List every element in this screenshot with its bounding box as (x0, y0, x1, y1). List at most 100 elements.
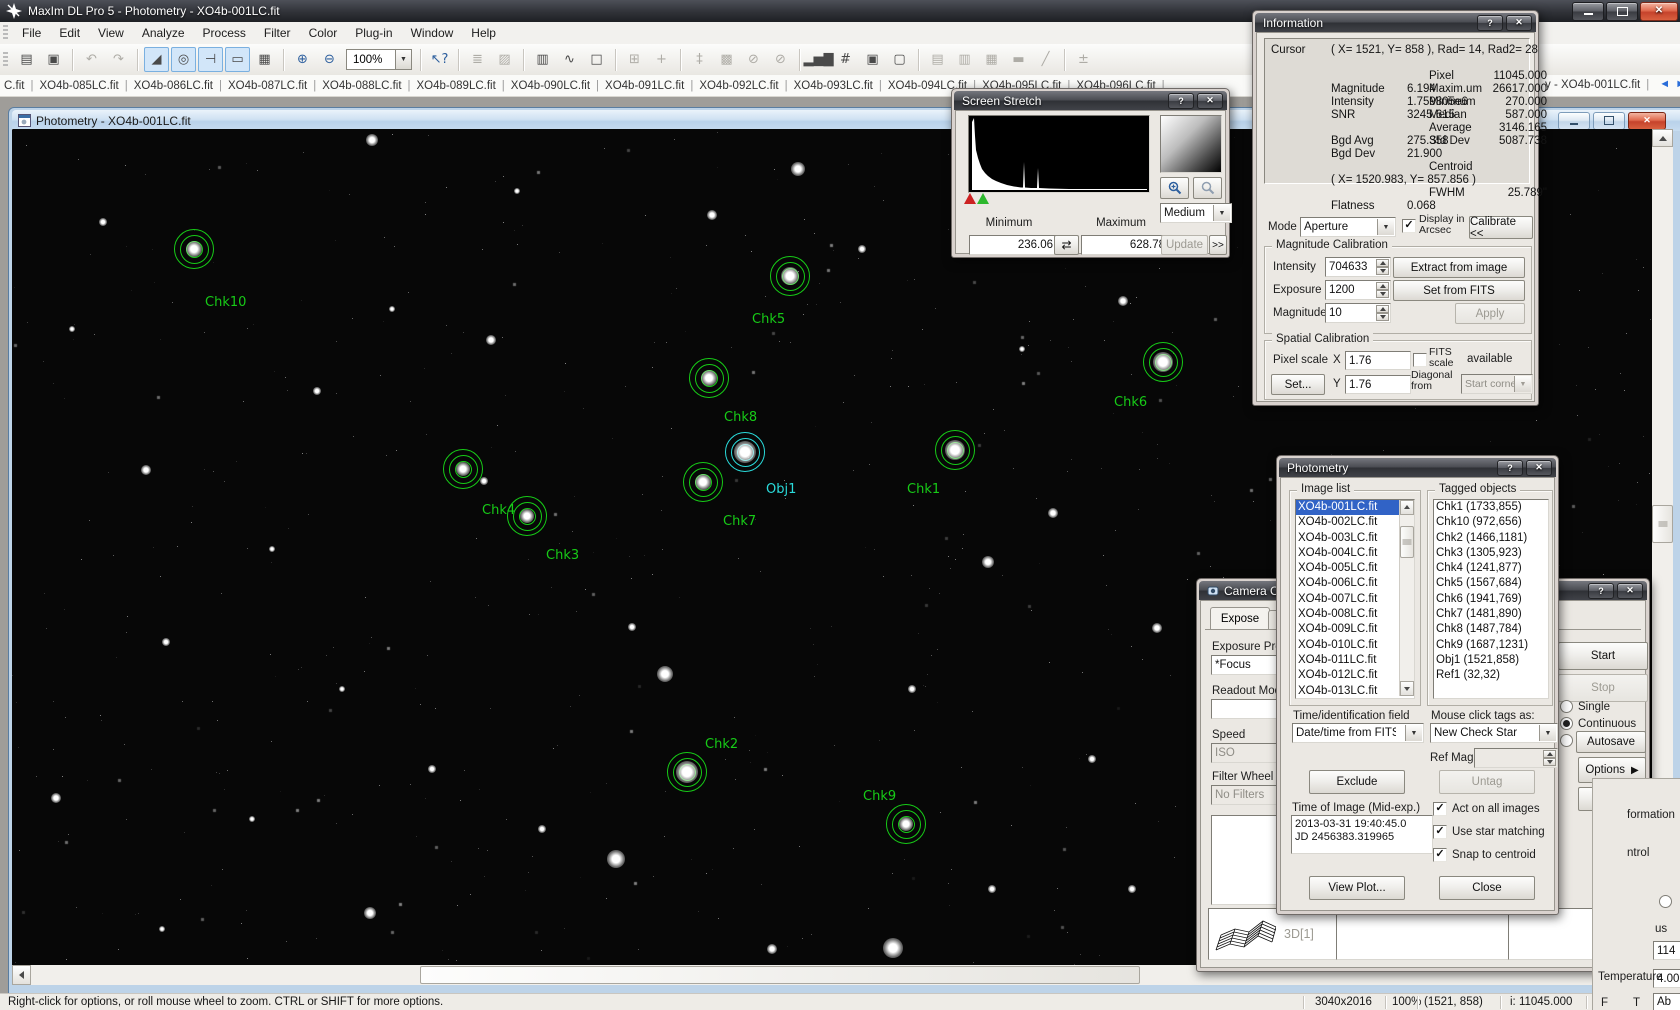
magnitude-spinner[interactable] (1376, 305, 1389, 321)
apply-button[interactable]: Apply (1455, 303, 1525, 324)
mouse-click-tags-select[interactable]: New Check Star (1430, 723, 1558, 743)
zoom-level-select[interactable]: 100%▼ (346, 49, 412, 70)
image-list-item[interactable]: XO4b-006LC.fit (1296, 576, 1414, 591)
dropdown-arrow-icon[interactable] (1514, 376, 1531, 392)
set-button[interactable]: Set... (1271, 374, 1325, 395)
document-tab[interactable]: XO4b-090LC.fit (511, 80, 590, 92)
image-list-item[interactable]: XO4b-005LC.fit (1296, 561, 1414, 576)
list-scroll-down-icon[interactable] (1400, 681, 1414, 696)
screen-stretch-toggle-icon[interactable]: ◢ (144, 47, 169, 72)
image-list-item[interactable]: XO4b-010LC.fit (1296, 638, 1414, 653)
save-icon[interactable]: ▣ (41, 47, 66, 72)
information-help-button[interactable]: ? (1477, 15, 1503, 31)
dropdown-arrow-icon[interactable]: ▼ (395, 50, 411, 69)
tagged-object-item[interactable]: Chk4 (1241,877) (1434, 561, 1548, 576)
equalize-icon[interactable]: ▨ (492, 47, 517, 72)
pixel-scale-x-field[interactable]: 1.76 (1345, 351, 1411, 370)
tagged-object-item[interactable]: Chk1 (1733,855) (1434, 500, 1548, 515)
app-maximize-button[interactable] (1606, 2, 1638, 21)
document-tab[interactable]: XO4b-088LC.fit (322, 80, 401, 92)
screen-stretch-close-button[interactable]: ✕ (1197, 93, 1223, 109)
image-list-item[interactable]: XO4b-009LC.fit (1296, 622, 1414, 637)
camera-control-close-button[interactable]: ✕ (1617, 583, 1643, 599)
single-radio[interactable] (1560, 700, 1573, 713)
curves-icon[interactable]: ╱ (1033, 47, 1058, 72)
stack-icon[interactable]: ▣ (860, 47, 885, 72)
mode-select[interactable]: Aperture (1300, 217, 1396, 237)
menu-item[interactable]: Help (462, 24, 505, 42)
document-tab[interactable]: XO4b-087LC.fit (228, 80, 307, 92)
zoom-in-icon[interactable]: ⊕ (290, 47, 315, 72)
pixel-math-icon[interactable]: ± (1071, 47, 1096, 72)
horizontal-scroll-thumb[interactable] (420, 966, 1140, 984)
information-title-bar[interactable]: Information ? ✕ (1255, 13, 1536, 32)
histogram[interactable] (968, 115, 1150, 193)
line-profile-icon[interactable]: ∿ (557, 47, 582, 72)
document-tab[interactable]: XO4b-092LC.fit (699, 80, 778, 92)
close-button[interactable]: Close (1439, 876, 1535, 900)
option-checkbox[interactable] (1433, 848, 1447, 862)
tagged-object-item[interactable]: Chk2 (1466,1181) (1434, 531, 1548, 546)
tagged-object-item[interactable]: Chk6 (1941,769) (1434, 592, 1548, 607)
exclude-button[interactable]: Exclude (1309, 770, 1405, 794)
tab-scroll-right-icon[interactable]: ► (1674, 78, 1680, 91)
stop-button[interactable]: Stop (1558, 674, 1648, 702)
set-from-fits-button[interactable]: Set from FITS (1393, 280, 1525, 301)
toolbar-grip[interactable] (3, 52, 8, 68)
menu-grip[interactable] (3, 25, 8, 41)
menu-item[interactable]: Filter (255, 24, 300, 42)
zoom-in-histogram-button[interactable] (1160, 177, 1189, 199)
ref-mag-field[interactable] (1474, 748, 1558, 768)
document-tab[interactable]: XO4b-085LC.fit (39, 80, 118, 92)
screen-stretch-title-bar[interactable]: Screen Stretch ? ✕ (954, 91, 1227, 110)
setpoint-field[interactable]: 114 (1653, 941, 1680, 960)
camera-control-help-button[interactable]: ? (1588, 583, 1614, 599)
image-list-item[interactable]: XO4b-001LC.fit (1296, 500, 1414, 515)
dropdown-arrow-icon[interactable] (1213, 205, 1230, 221)
plug-toggle-icon[interactable]: ⊣ (198, 47, 223, 72)
tagged-object-item[interactable]: Obj1 (1521,858) (1434, 653, 1548, 668)
mouse-toggle-icon[interactable]: ▭ (225, 47, 250, 72)
align-icon[interactable]: # (833, 47, 858, 72)
document-tab[interactable]: XO4b-089LC.fit (417, 80, 496, 92)
ref-mag-spinner[interactable] (1543, 750, 1556, 766)
view-plot-button[interactable]: View Plot... (1309, 876, 1405, 900)
image-list-scrollbar[interactable] (1399, 500, 1414, 696)
tagged-object-item[interactable]: Chk8 (1487,784) (1434, 622, 1548, 637)
image-minimize-button[interactable] (1558, 112, 1590, 130)
minimum-slider-icon[interactable] (964, 193, 976, 204)
information-window-icon[interactable]: ▥ (530, 47, 555, 72)
marquee-icon[interactable]: ▢ (887, 47, 912, 72)
stretch-mode-select[interactable]: Medium (1160, 203, 1232, 223)
exposure-field[interactable]: 1200 (1325, 280, 1391, 300)
dropdown-arrow-icon[interactable] (1377, 219, 1394, 235)
redo-icon[interactable]: ↷ (106, 47, 131, 72)
fragment-radio[interactable] (1659, 895, 1672, 908)
fits-scale-checkbox[interactable] (1413, 353, 1427, 367)
flatten-icon[interactable]: ▬ (1006, 47, 1031, 72)
menu-item[interactable]: Process (194, 24, 255, 42)
zoom-out-icon[interactable]: ⊖ (317, 47, 342, 72)
tab-scroll-left-icon[interactable]: ◄ (1658, 78, 1671, 91)
photometry-help-button[interactable]: ? (1497, 460, 1523, 476)
screen-stretch-help-button[interactable]: ? (1168, 93, 1194, 109)
context-help-icon[interactable]: ↖? (427, 47, 452, 72)
disable-filter-icon[interactable]: ⊘ (768, 47, 793, 72)
display-in-arcsec-checkbox[interactable] (1402, 219, 1416, 233)
image-list-item[interactable]: XO4b-007LC.fit (1296, 592, 1414, 607)
menu-item[interactable]: View (89, 24, 133, 42)
calibrate-button[interactable]: Calibrate << (1469, 216, 1533, 239)
image-list-item[interactable]: XO4b-012LC.fit (1296, 668, 1414, 683)
kernel-low-icon[interactable]: ▤ (925, 47, 950, 72)
pixel-scale-y-field[interactable]: 1.76 (1345, 375, 1411, 394)
measure-icon[interactable]: ≣ (465, 47, 490, 72)
list-scroll-thumb[interactable] (1400, 526, 1414, 558)
tagged-object-item[interactable]: Chk9 (1687,1231) (1434, 638, 1548, 653)
option-checkbox[interactable] (1433, 802, 1447, 816)
intensity-spinner[interactable] (1376, 259, 1389, 275)
active-document-tab-fragment[interactable]: y - XO4b-001LC.fit (1545, 79, 1640, 91)
open-file-icon[interactable]: ▤ (14, 47, 39, 72)
photometry-title-bar[interactable]: Photometry ? ✕ (1279, 458, 1556, 477)
undo-icon[interactable]: ↶ (79, 47, 104, 72)
update-button[interactable]: Update (1161, 235, 1208, 255)
